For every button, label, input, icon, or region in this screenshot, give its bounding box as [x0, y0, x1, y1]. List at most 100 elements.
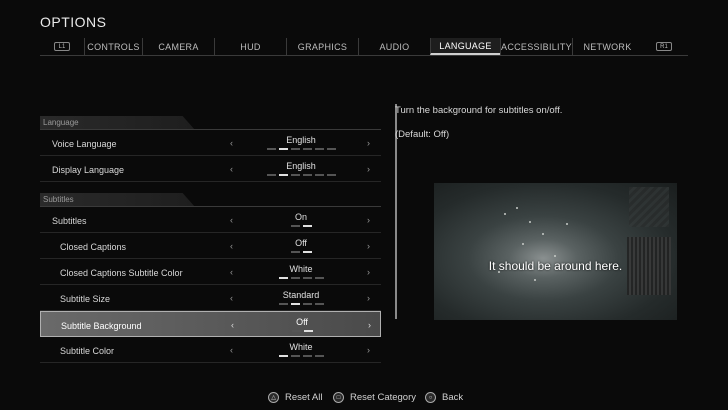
setting-row-subtitles[interactable]: Subtitles ‹ On ›: [40, 207, 381, 233]
option-indicator: [250, 277, 352, 279]
setting-row-subtitle-background[interactable]: Subtitle Background ‹ Off ›: [40, 311, 381, 337]
option-dot: [290, 303, 300, 305]
square-button-icon: □: [333, 392, 344, 403]
chevron-right-icon[interactable]: ›: [368, 320, 371, 330]
reset-category-button[interactable]: □ Reset Category: [333, 392, 416, 403]
option-indicator: [250, 303, 352, 305]
setting-label: Closed Captions: [60, 242, 127, 252]
setting-row-subtitle-size[interactable]: Subtitle Size ‹ Standard ›: [40, 285, 381, 311]
setting-value: English: [286, 135, 316, 145]
option-dot: [302, 225, 312, 227]
chevron-right-icon[interactable]: ›: [367, 345, 370, 355]
reset-all-button[interactable]: △ Reset All: [268, 392, 323, 403]
chevron-left-icon[interactable]: ‹: [230, 293, 233, 303]
setting-label: Display Language: [52, 165, 125, 175]
chevron-left-icon[interactable]: ‹: [230, 164, 233, 174]
tab-audio[interactable]: AUDIO: [358, 38, 430, 55]
setting-row-display-language[interactable]: Display Language ‹ English ›: [40, 156, 381, 182]
section-header-language: Language: [40, 116, 381, 130]
tab-graphics[interactable]: GRAPHICS: [286, 38, 358, 55]
option-indicator: [250, 251, 352, 253]
option-indicator: [250, 174, 352, 176]
option-dot: [278, 303, 288, 305]
option-indicator: [250, 148, 352, 150]
tab-hud[interactable]: HUD: [214, 38, 286, 55]
chevron-left-icon[interactable]: ‹: [231, 320, 234, 330]
section-label: Subtitles: [43, 195, 74, 204]
setting-row-subtitle-color[interactable]: Subtitle Color ‹ White ›: [40, 337, 381, 363]
setting-value: Standard: [282, 290, 320, 300]
setting-row-voice-language[interactable]: Voice Language ‹ English ›: [40, 130, 381, 156]
chevron-right-icon[interactable]: ›: [367, 164, 370, 174]
option-dot: [266, 148, 276, 150]
option-dot: [290, 355, 300, 357]
setting-label: Subtitles: [52, 216, 87, 226]
option-indicator: [250, 355, 352, 357]
setting-value: White: [289, 342, 313, 352]
option-dot: [290, 277, 300, 279]
setting-label: Subtitle Color: [60, 346, 115, 356]
tab-language[interactable]: LANGUAGE: [430, 38, 500, 55]
triangle-button-icon: △: [268, 392, 279, 403]
reset-category-label: Reset Category: [350, 392, 417, 403]
option-indicator: [251, 330, 353, 332]
option-dot: [326, 174, 336, 176]
option-dot: [302, 355, 312, 357]
setting-label: Closed Captions Subtitle Color: [60, 268, 183, 278]
option-dot: [278, 277, 288, 279]
tab-camera[interactable]: CAMERA: [142, 38, 214, 55]
option-dot: [303, 330, 313, 332]
setting-default: (Default: Off): [395, 129, 450, 140]
option-dot: [302, 303, 312, 305]
option-dot: [314, 174, 324, 176]
l1-bumper-icon[interactable]: L1: [54, 42, 70, 51]
r1-bumper-icon[interactable]: R1: [656, 42, 672, 51]
preview-texture: [629, 187, 669, 227]
option-dot: [290, 148, 300, 150]
chevron-right-icon[interactable]: ›: [367, 215, 370, 225]
settings-list: Language Voice Language ‹ English › Disp…: [40, 116, 381, 364]
setting-value: On: [294, 212, 307, 222]
setting-label: Subtitle Background: [61, 321, 142, 331]
setting-value: Off: [295, 238, 307, 248]
option-dot: [291, 330, 301, 332]
chevron-left-icon[interactable]: ‹: [230, 241, 233, 251]
option-dot: [314, 148, 324, 150]
option-dot: [326, 148, 336, 150]
option-dot: [290, 174, 300, 176]
option-dot: [266, 174, 276, 176]
tab-bar: L1 CONTROLS CAMERA HUD GRAPHICS AUDIO LA…: [40, 38, 688, 56]
chevron-left-icon[interactable]: ‹: [230, 215, 233, 225]
option-dot: [302, 174, 312, 176]
setting-value: White: [289, 264, 313, 274]
tab-accessibility[interactable]: ACCESSIBILITY: [500, 38, 572, 55]
option-dot: [290, 251, 300, 253]
setting-label: Voice Language: [52, 139, 117, 149]
setting-description: Turn the background for subtitles on/off…: [395, 105, 563, 116]
option-dot: [314, 303, 324, 305]
page-title: OPTIONS: [40, 14, 107, 30]
option-dot: [302, 148, 312, 150]
chevron-right-icon[interactable]: ›: [367, 267, 370, 277]
chevron-left-icon[interactable]: ‹: [230, 345, 233, 355]
setting-row-closed-captions[interactable]: Closed Captions ‹ Off ›: [40, 233, 381, 259]
option-dot: [314, 355, 324, 357]
option-indicator: [250, 225, 352, 227]
reset-all-label: Reset All: [285, 392, 323, 403]
chevron-right-icon[interactable]: ›: [367, 241, 370, 251]
section-label: Language: [43, 118, 79, 127]
tab-controls[interactable]: CONTROLS: [84, 38, 142, 55]
tab-network[interactable]: NETWORK: [572, 38, 642, 55]
back-label: Back: [442, 392, 464, 403]
setting-value: English: [286, 161, 316, 171]
option-dot: [314, 277, 324, 279]
chevron-right-icon[interactable]: ›: [367, 293, 370, 303]
section-header-subtitles: Subtitles: [40, 193, 381, 207]
subtitle-preview-image: It should be around here.: [434, 183, 677, 320]
chevron-right-icon[interactable]: ›: [367, 138, 370, 148]
chevron-left-icon[interactable]: ‹: [230, 267, 233, 277]
setting-value: Off: [296, 317, 308, 327]
chevron-left-icon[interactable]: ‹: [230, 138, 233, 148]
back-button[interactable]: ○ Back: [425, 392, 463, 403]
setting-row-cc-subtitle-color[interactable]: Closed Captions Subtitle Color ‹ White ›: [40, 259, 381, 285]
